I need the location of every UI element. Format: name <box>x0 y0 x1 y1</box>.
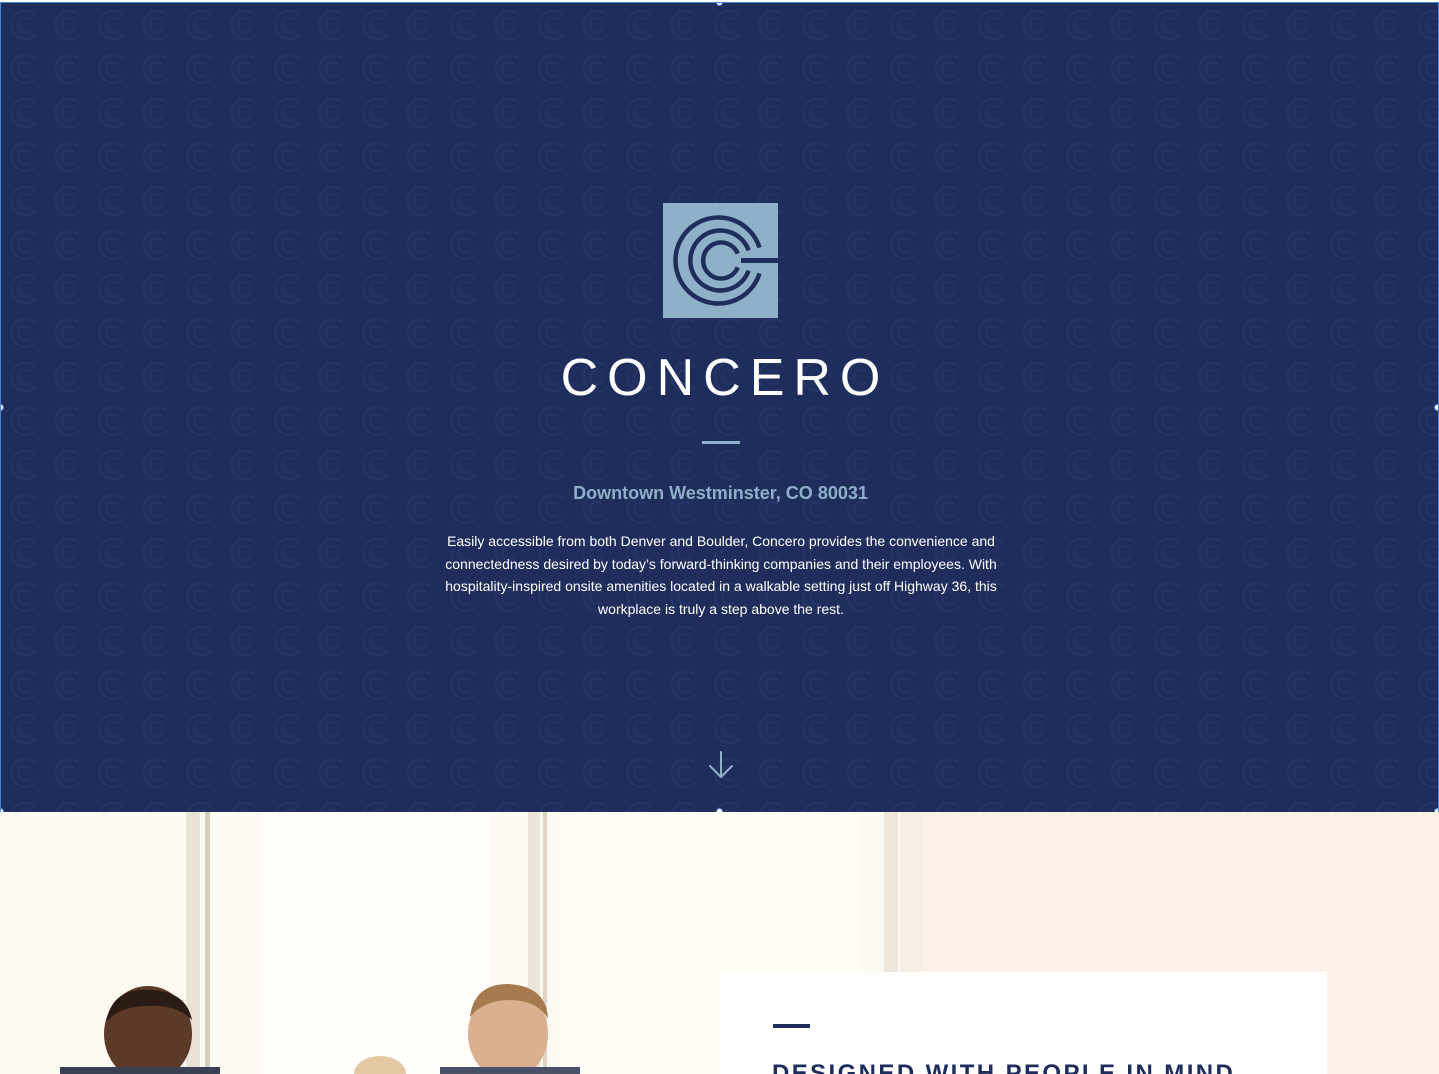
brand-name: CONCERO <box>560 349 890 407</box>
concero-c-logo-icon <box>663 203 778 318</box>
arrow-down-icon[interactable] <box>706 750 736 780</box>
hero-description: Easily accessible from both Denver and B… <box>445 533 997 617</box>
card-divider <box>773 1024 810 1028</box>
people-section: DESIGNED WITH PEOPLE IN MIND <box>0 812 1439 1074</box>
location-text: Downtown Westminster, CO 80031 <box>573 483 868 503</box>
page: CONCERO Downtown Westminster, CO 80031 E… <box>0 0 1439 1074</box>
brand-divider <box>702 441 740 444</box>
feature-card: DESIGNED WITH PEOPLE IN MIND <box>720 972 1327 1074</box>
hero-section[interactable]: CONCERO Downtown Westminster, CO 80031 E… <box>0 2 1439 813</box>
feature-heading: DESIGNED WITH PEOPLE IN MIND <box>772 1060 1236 1074</box>
